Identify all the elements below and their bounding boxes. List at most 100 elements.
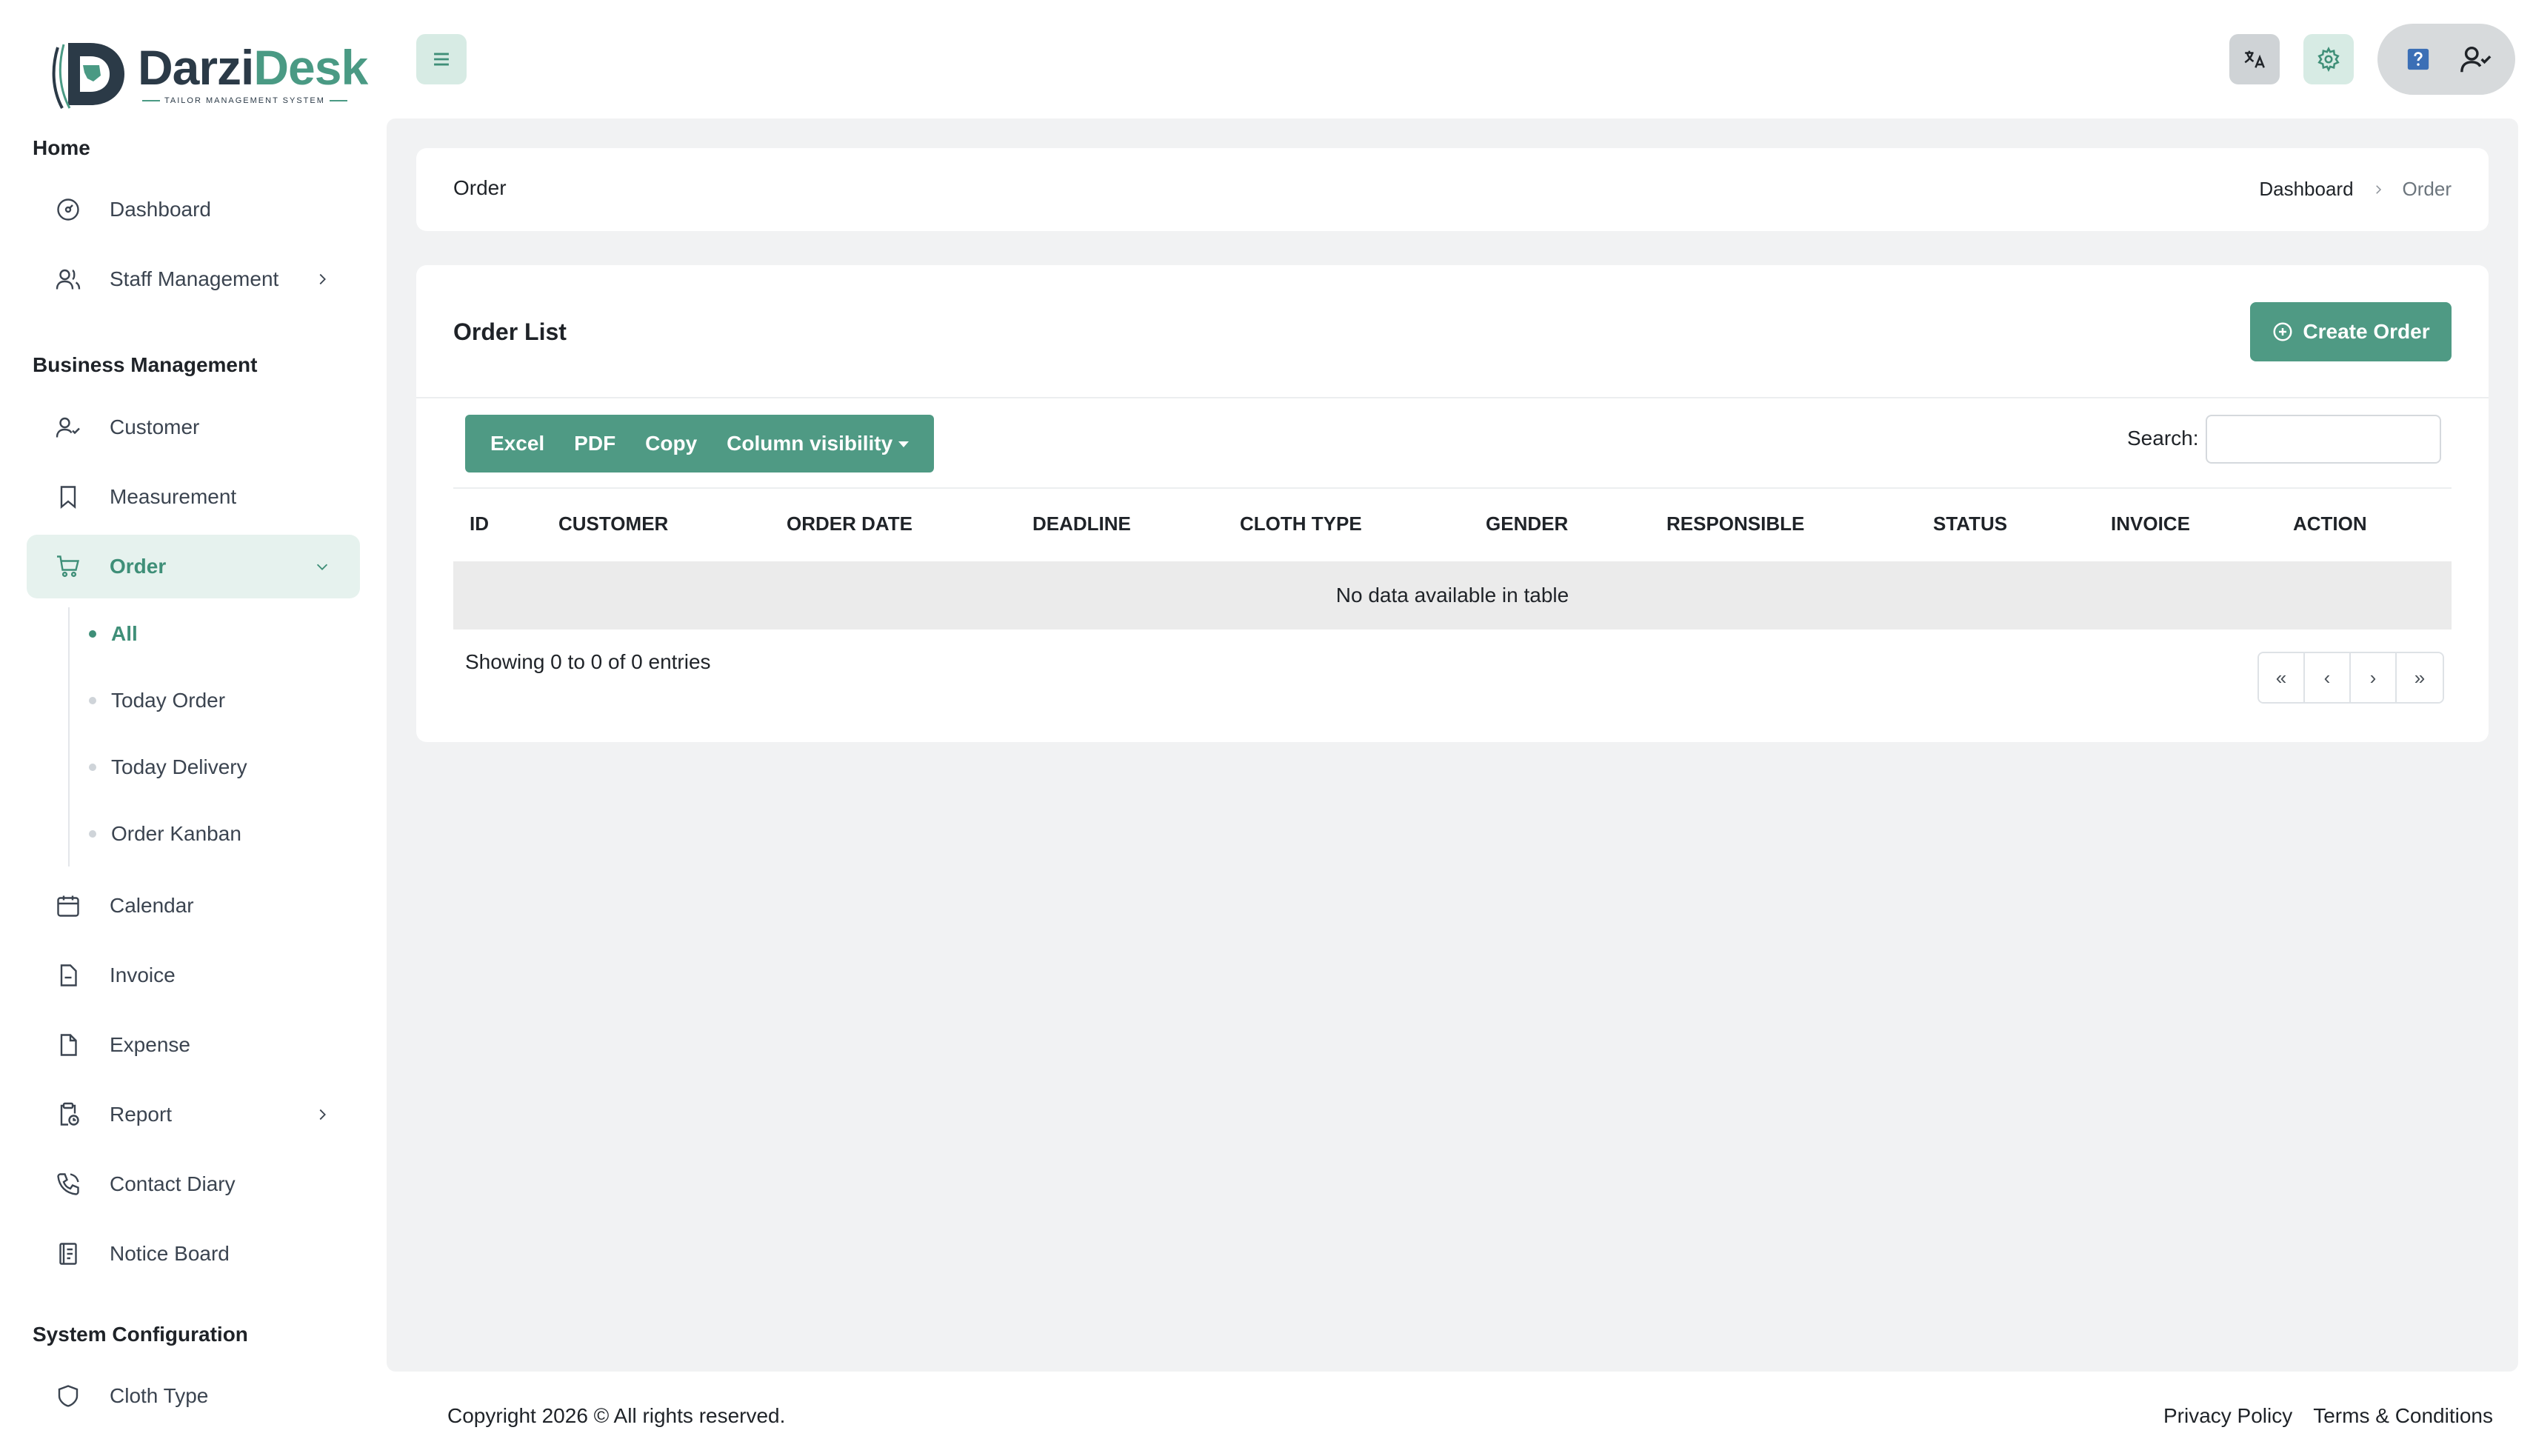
page-header-card: Order Dashboard Order [416, 148, 2489, 231]
sidebar-item-customer[interactable]: Customer [27, 395, 360, 459]
logo-tagline: TAILOR MANAGEMENT SYSTEM [164, 96, 325, 105]
column-header-cloth-type[interactable]: CLOTH TYPE [1240, 512, 1362, 535]
card-title: Order List [453, 318, 567, 345]
shield-icon [58, 1385, 79, 1407]
column-header-id[interactable]: ID [470, 512, 489, 535]
sidebar-item-label: Staff Management [110, 267, 279, 290]
column-header-gender[interactable]: GENDER [1486, 512, 1568, 535]
sidebar-item-label: Customer [110, 415, 200, 438]
language-button[interactable] [2229, 34, 2280, 84]
create-order-button[interactable]: Create Order [2250, 302, 2452, 361]
terms-conditions-link[interactable]: Terms & Conditions [2313, 1404, 2493, 1428]
submenu-item-label: Today Delivery [111, 755, 247, 778]
sidebar-item-dashboard[interactable]: Dashboard [27, 178, 360, 241]
column-visibility-label: Column visibility [727, 432, 893, 455]
bullet-icon [89, 630, 96, 638]
calendar-icon [57, 895, 79, 917]
dashboard-icon [57, 198, 79, 221]
bookmark-icon [60, 486, 76, 510]
previous-page-button[interactable]: ‹ [2305, 653, 2351, 702]
submenu-guide-line [68, 607, 70, 866]
sidebar-item-report[interactable]: Report [27, 1083, 360, 1146]
section-home: Home [33, 136, 90, 159]
breadcrumb-current: Order [2402, 178, 2452, 200]
sidebar-item-expense[interactable]: Expense [27, 1013, 360, 1077]
copy-button[interactable]: Copy [630, 415, 712, 472]
table-top-border [453, 487, 2452, 489]
footer-links: Privacy Policy Terms & Conditions [2143, 1404, 2493, 1428]
brand-logo[interactable]: DarziDesk TAILOR MANAGEMENT SYSTEM [47, 22, 368, 126]
column-header-invoice[interactable]: INVOICE [2111, 512, 2190, 535]
section-system-configuration: System Configuration [33, 1323, 248, 1346]
logo-word-b: Desk [253, 40, 368, 95]
caret-down-icon [898, 441, 910, 447]
gear-icon [2317, 47, 2340, 72]
column-header-order-date[interactable]: ORDER DATE [787, 512, 912, 535]
column-header-action[interactable]: ACTION [2293, 512, 2367, 535]
menu-toggle-button[interactable] [416, 34, 467, 84]
sidebar-item-label: Contact Diary [110, 1172, 236, 1195]
sidebar-item-invoice[interactable]: Invoice [27, 944, 360, 1007]
phone-icon [57, 1173, 79, 1195]
table-empty-row: No data available in table [453, 561, 2452, 630]
help-icon[interactable] [2406, 47, 2431, 72]
excel-button[interactable]: Excel [475, 415, 559, 472]
settings-button[interactable] [2303, 34, 2354, 84]
submenu-item-today-order[interactable]: Today Order [89, 678, 225, 723]
last-page-button[interactable]: » [2397, 653, 2443, 702]
sidebar-item-measurement[interactable]: Measurement [27, 465, 360, 529]
sidebar-item-label: Cloth Type [110, 1384, 209, 1407]
column-header-deadline[interactable]: DEADLINE [1032, 512, 1131, 535]
sidebar-item-label: Measurement [110, 485, 237, 508]
sidebar-item-label: Report [110, 1103, 173, 1126]
user-menu[interactable] [2377, 24, 2515, 95]
sidebar-item-label: Invoice [110, 964, 176, 986]
sidebar-item-label: Expense [110, 1033, 190, 1056]
chevron-right-icon [2375, 184, 2381, 194]
column-header-responsible[interactable]: RESPONSIBLE [1666, 512, 1804, 535]
users-icon [56, 269, 81, 290]
sidebar-item-staff-management[interactable]: Staff Management [27, 247, 360, 311]
sidebar-item-label: Calendar [110, 894, 194, 917]
sidebar-item-notice-board[interactable]: Notice Board [27, 1222, 360, 1286]
sidebar-item-label: Notice Board [110, 1242, 230, 1265]
create-order-label: Create Order [2303, 320, 2430, 343]
sidebar-item-calendar[interactable]: Calendar [27, 874, 360, 938]
first-page-button[interactable]: « [2259, 653, 2305, 702]
column-header-status[interactable]: STATUS [1933, 512, 2007, 535]
export-toolbar: Excel PDF Copy Column visibility [465, 415, 935, 472]
breadcrumb-dashboard-link[interactable]: Dashboard [2259, 178, 2353, 201]
pdf-button[interactable]: PDF [559, 415, 630, 472]
sidebar-item-cloth-type[interactable]: Cloth Type [27, 1364, 360, 1428]
privacy-policy-link[interactable]: Privacy Policy [2163, 1404, 2292, 1428]
logo-word-a: Darzi [138, 40, 254, 95]
submenu-item-all[interactable]: All [89, 612, 138, 656]
column-visibility-button[interactable]: Column visibility [712, 415, 924, 472]
translate-icon [2244, 50, 2265, 68]
copyright-text: Copyright 2026 © All rights reserved. [447, 1404, 786, 1427]
user-check-icon[interactable] [2459, 42, 2493, 76]
chevron-right-icon [319, 273, 326, 285]
bullet-icon [89, 697, 96, 704]
sidebar-item-contact-diary[interactable]: Contact Diary [27, 1152, 360, 1216]
section-business-management: Business Management [33, 353, 258, 376]
search-input[interactable] [2206, 415, 2441, 464]
order-list-card: Order List Create Order Excel PDF Copy C… [416, 265, 2489, 742]
submenu-item-label: Today Order [111, 689, 226, 712]
search-label: Search: [2127, 427, 2199, 450]
file-icon [60, 1034, 77, 1056]
table-info: Showing 0 to 0 of 0 entries [465, 650, 711, 673]
chevron-right-icon [319, 1109, 326, 1121]
pagination: « ‹ › » [2257, 652, 2444, 704]
cart-icon [57, 555, 80, 578]
next-page-button[interactable]: › [2351, 653, 2397, 702]
logo-text: DarziDesk TAILOR MANAGEMENT SYSTEM [138, 40, 368, 105]
submenu-item-order-kanban[interactable]: Order Kanban [89, 812, 241, 856]
column-header-customer[interactable]: CUSTOMER [558, 512, 668, 535]
user-check-icon [56, 417, 80, 438]
logo-mark-icon [47, 37, 130, 111]
sidebar-item-order[interactable]: Order [27, 535, 360, 598]
hamburger-icon [434, 53, 449, 66]
empty-message: No data available in table [1335, 584, 1569, 607]
submenu-item-today-delivery[interactable]: Today Delivery [89, 745, 247, 789]
